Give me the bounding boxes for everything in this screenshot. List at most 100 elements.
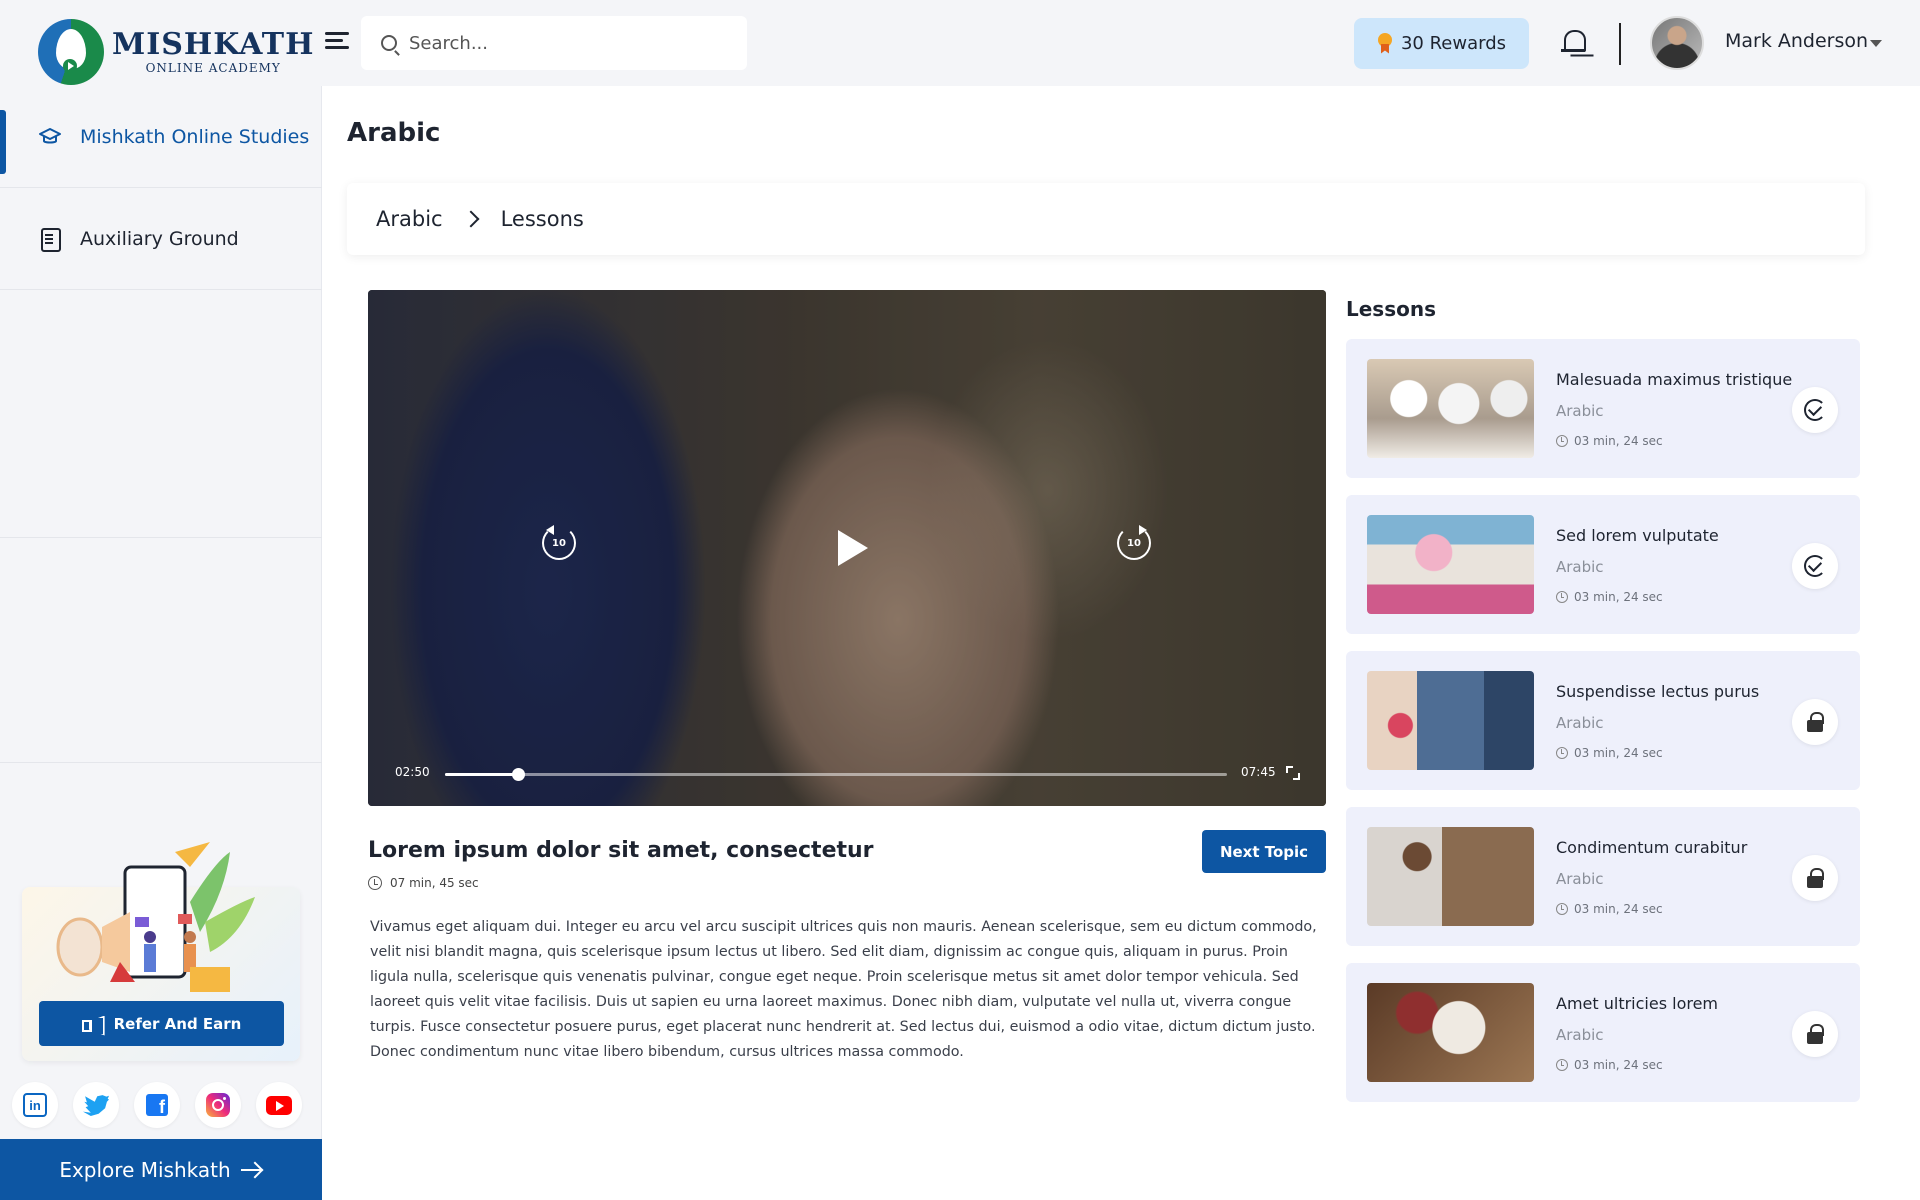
lesson-card[interactable]: Amet ultricies lorem Arabic 03 min, 24 s… (1346, 963, 1860, 1102)
chevron-down-icon[interactable] (1870, 40, 1882, 47)
facebook-link[interactable]: f (134, 1082, 180, 1128)
user-name[interactable]: Mark Anderson (1725, 30, 1868, 52)
video-duration: 07:45 (1241, 765, 1276, 779)
twitter-link[interactable] (73, 1082, 119, 1128)
youtube-icon (266, 1095, 292, 1115)
logo[interactable]: MISHKATH ONLINE ACADEMY (38, 19, 313, 85)
lesson-card-title: Sed lorem vulputate (1556, 526, 1719, 545)
clock-icon (368, 876, 382, 890)
lessons-heading: Lessons (1346, 297, 1436, 321)
timer-icon (1556, 591, 1568, 603)
linkedin-icon: in (23, 1093, 47, 1117)
lesson-thumbnail (1367, 983, 1534, 1082)
current-time: 02:50 (395, 765, 430, 779)
twitter-icon (83, 1095, 109, 1116)
search-box (361, 16, 747, 70)
rewards-badge[interactable]: 30 Rewards (1354, 18, 1529, 69)
hamburger-menu-icon[interactable] (325, 32, 349, 52)
locked-status (1792, 1011, 1838, 1057)
breadcrumb: Arabic Lessons (347, 183, 1865, 255)
notification-bell-icon[interactable] (1561, 28, 1586, 58)
lock-icon (1807, 1024, 1824, 1044)
lesson-card-duration: 03 min, 24 sec (1556, 590, 1663, 604)
lesson-card[interactable]: Malesuada maximus tristique Arabic 03 mi… (1346, 339, 1860, 478)
breadcrumb-item-lessons: Lessons (500, 207, 584, 231)
explore-mishkath-button[interactable]: Explore Mishkath (0, 1139, 322, 1200)
check-circle-icon (1804, 555, 1826, 577)
lesson-card-title: Malesuada maximus tristique (1556, 370, 1793, 389)
timer-icon (1556, 435, 1568, 447)
locked-status (1792, 699, 1838, 745)
forward-10-icon[interactable]: 10 (1117, 525, 1151, 560)
video-player[interactable]: 10 10 02:50 07:45 (368, 290, 1326, 806)
lock-icon (1807, 712, 1824, 732)
lesson-card[interactable]: Condimentum curabitur Arabic 03 min, 24 … (1346, 807, 1860, 946)
sidebar-divider (0, 537, 322, 538)
social-links: in f (12, 1082, 302, 1128)
lesson-thumbnail (1367, 671, 1534, 770)
lesson-thumbnail (1367, 359, 1534, 458)
timer-icon (1556, 903, 1568, 915)
refer-illustration (56, 842, 255, 992)
top-bar: MISHKATH ONLINE ACADEMY 30 Rewards Mark … (0, 0, 1920, 86)
completed-status (1792, 543, 1838, 589)
award-ribbon-icon (1377, 32, 1393, 55)
fullscreen-icon[interactable] (1286, 766, 1300, 780)
avatar[interactable] (1650, 16, 1704, 70)
video-progress-fill (445, 773, 519, 776)
lesson-card-duration: 03 min, 24 sec (1556, 434, 1663, 448)
lock-icon (1807, 868, 1824, 888)
instagram-icon (206, 1093, 230, 1117)
timer-icon (1556, 747, 1568, 759)
breadcrumb-item-arabic[interactable]: Arabic (376, 207, 443, 231)
sidebar-item-mishkath-online-studies[interactable]: Mishkath Online Studies (0, 86, 322, 188)
next-topic-button[interactable]: Next Topic (1202, 830, 1326, 873)
header-divider (1619, 23, 1621, 65)
completed-status (1792, 387, 1838, 433)
refer-and-earn-button[interactable]: Refer And Earn (39, 1001, 284, 1046)
lesson-title: Lorem ipsum dolor sit amet, consectetur (368, 838, 874, 863)
lesson-card-duration: 03 min, 24 sec (1556, 746, 1663, 760)
linkedin-link[interactable]: in (12, 1082, 58, 1128)
lesson-thumbnail (1367, 515, 1534, 614)
play-icon[interactable] (836, 528, 870, 568)
lesson-card-duration: 03 min, 24 sec (1556, 1058, 1663, 1072)
lesson-card-subject: Arabic (1556, 1026, 1604, 1044)
instagram-link[interactable] (195, 1082, 241, 1128)
explore-label: Explore Mishkath (59, 1157, 231, 1182)
logo-title: MISHKATH (112, 27, 315, 62)
rewind-10-icon[interactable]: 10 (542, 525, 576, 560)
page-title: Arabic (347, 118, 441, 148)
lesson-card-subject: Arabic (1556, 558, 1604, 576)
lesson-card-title: Suspendisse lectus purus (1556, 682, 1760, 701)
arrow-right-icon (240, 1162, 263, 1178)
sidebar-divider (0, 762, 322, 763)
check-circle-icon (1804, 399, 1826, 421)
facebook-icon: f (146, 1094, 168, 1116)
chevron-right-icon (462, 210, 480, 228)
sidebar-item-label: Mishkath Online Studies (80, 125, 310, 148)
lesson-card[interactable]: Sed lorem vulputate Arabic 03 min, 24 se… (1346, 495, 1860, 634)
document-icon (38, 227, 62, 252)
video-progress-bar[interactable] (445, 768, 1227, 781)
lesson-card-subject: Arabic (1556, 402, 1604, 420)
sidebar-item-label: Auxiliary Ground (80, 227, 239, 250)
logo-tagline: ONLINE ACADEMY (145, 61, 281, 75)
search-input[interactable] (409, 32, 729, 54)
megaphone-icon (81, 1016, 104, 1032)
rewards-label: 30 Rewards (1400, 33, 1507, 54)
locked-status (1792, 855, 1838, 901)
lesson-card-subject: Arabic (1556, 870, 1604, 888)
lesson-duration: 07 min, 45 sec (368, 876, 479, 890)
lesson-thumbnail (1367, 827, 1534, 926)
lesson-card-title: Amet ultricies lorem (1556, 994, 1719, 1013)
sidebar-item-auxiliary-ground[interactable]: Auxiliary Ground (0, 188, 322, 290)
lesson-card[interactable]: Suspendisse lectus purus Arabic 03 min, … (1346, 651, 1860, 790)
timer-icon (1556, 1059, 1568, 1071)
lesson-card-title: Condimentum curabitur (1556, 838, 1748, 857)
lesson-card-subject: Arabic (1556, 714, 1604, 732)
logo-flame-icon (38, 19, 104, 85)
lesson-card-duration: 03 min, 24 sec (1556, 902, 1663, 916)
search-icon (381, 35, 397, 51)
youtube-link[interactable] (256, 1082, 302, 1128)
